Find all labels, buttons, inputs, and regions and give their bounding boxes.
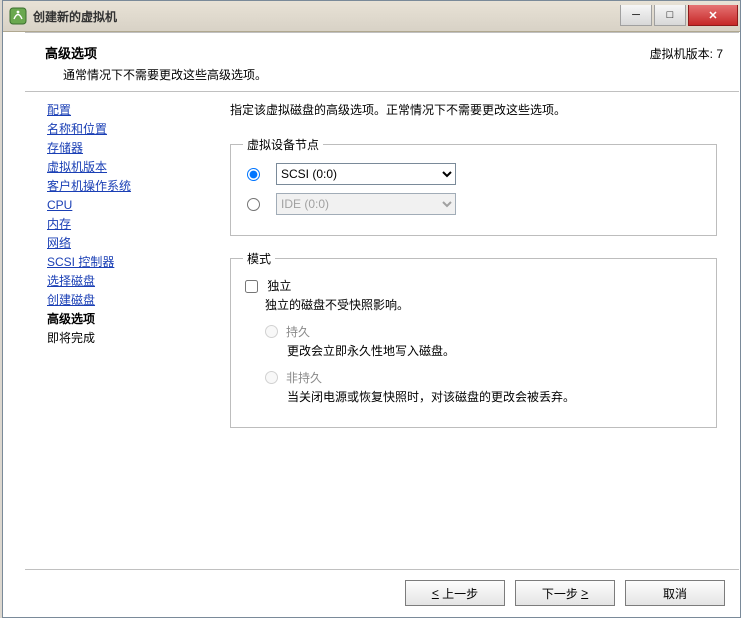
device-node-legend: 虚拟设备节点 — [243, 136, 323, 153]
mode-legend: 模式 — [243, 250, 275, 267]
back-button[interactable]: < 上一步 — [405, 580, 505, 606]
content-description: 指定该虚拟磁盘的高级选项。正常情况下不需要更改这些选项。 — [230, 101, 717, 118]
maximize-button[interactable]: □ — [654, 5, 686, 26]
sidebar-item-version[interactable]: 虚拟机版本 — [47, 158, 222, 177]
page-subtitle: 通常情况下不需要更改这些高级选项。 — [63, 66, 650, 83]
persist-option: 持久 — [265, 323, 704, 340]
independent-desc: 独立的磁盘不受快照影响。 — [265, 296, 704, 313]
sidebar-item-finish: 即将完成 — [47, 329, 222, 348]
cancel-button[interactable]: 取消 — [625, 580, 725, 606]
independent-checkbox[interactable] — [245, 280, 258, 293]
ide-radio[interactable] — [247, 198, 260, 211]
nonpersist-label: 非持久 — [286, 369, 322, 386]
sidebar-item-guest-os[interactable]: 客户机操作系统 — [47, 177, 222, 196]
title-bar[interactable]: 创建新的虚拟机 ─ □ ✕ — [3, 1, 740, 32]
dialog-window: 创建新的虚拟机 ─ □ ✕ 高级选项 通常情况下不需要更改这些高级选项。 虚拟机… — [2, 0, 741, 618]
nonpersist-desc: 当关闭电源或恢复快照时，对该磁盘的更改会被丢弃。 — [287, 388, 704, 405]
nonpersist-option: 非持久 — [265, 369, 704, 386]
scsi-radio[interactable] — [247, 168, 260, 181]
vm-version-label: 虚拟机版本: 7 — [650, 43, 723, 83]
page-title: 高级选项 — [45, 43, 650, 62]
sidebar-item-cpu[interactable]: CPU — [47, 196, 222, 215]
dialog-body: 高级选项 通常情况下不需要更改这些高级选项。 虚拟机版本: 7 配置 名称和位置… — [25, 32, 739, 616]
sidebar-item-scsi[interactable]: SCSI 控制器 — [47, 253, 222, 272]
dialog-header: 高级选项 通常情况下不需要更改这些高级选项。 虚拟机版本: 7 — [25, 33, 739, 92]
dialog-footer: < 上一步 下一步 > 取消 — [25, 569, 739, 616]
app-icon — [9, 7, 27, 25]
sidebar-item-create-disk[interactable]: 创建磁盘 — [47, 291, 222, 310]
scsi-select[interactable]: SCSI (0:0) — [276, 163, 456, 185]
mode-group: 模式 独立 独立的磁盘不受快照影响。 持久 更改会立即永久性地写 — [230, 250, 717, 428]
sidebar-item-memory[interactable]: 内存 — [47, 215, 222, 234]
sidebar-item-network[interactable]: 网络 — [47, 234, 222, 253]
sidebar-item-storage[interactable]: 存储器 — [47, 139, 222, 158]
sidebar-item-advanced: 高级选项 — [47, 310, 222, 329]
sidebar-item-name[interactable]: 名称和位置 — [47, 120, 222, 139]
ide-select: IDE (0:0) — [276, 193, 456, 215]
sidebar-item-select-disk[interactable]: 选择磁盘 — [47, 272, 222, 291]
window-title: 创建新的虚拟机 — [33, 8, 117, 25]
wizard-sidebar: 配置 名称和位置 存储器 虚拟机版本 客户机操作系统 CPU 内存 网络 SCS… — [25, 89, 228, 568]
persist-radio — [265, 325, 278, 338]
device-node-group: 虚拟设备节点 SCSI (0:0) IDE (0:0) — [230, 136, 717, 236]
sidebar-item-config[interactable]: 配置 — [47, 101, 222, 120]
persist-desc: 更改会立即永久性地写入磁盘。 — [287, 342, 704, 359]
content-pane: 指定该虚拟磁盘的高级选项。正常情况下不需要更改这些选项。 虚拟设备节点 SCSI… — [228, 89, 739, 568]
close-button[interactable]: ✕ — [688, 5, 738, 26]
independent-label: 独立 — [267, 279, 291, 293]
minimize-button[interactable]: ─ — [620, 5, 652, 26]
nonpersist-radio — [265, 371, 278, 384]
persist-label: 持久 — [286, 323, 310, 340]
next-button[interactable]: 下一步 > — [515, 580, 615, 606]
